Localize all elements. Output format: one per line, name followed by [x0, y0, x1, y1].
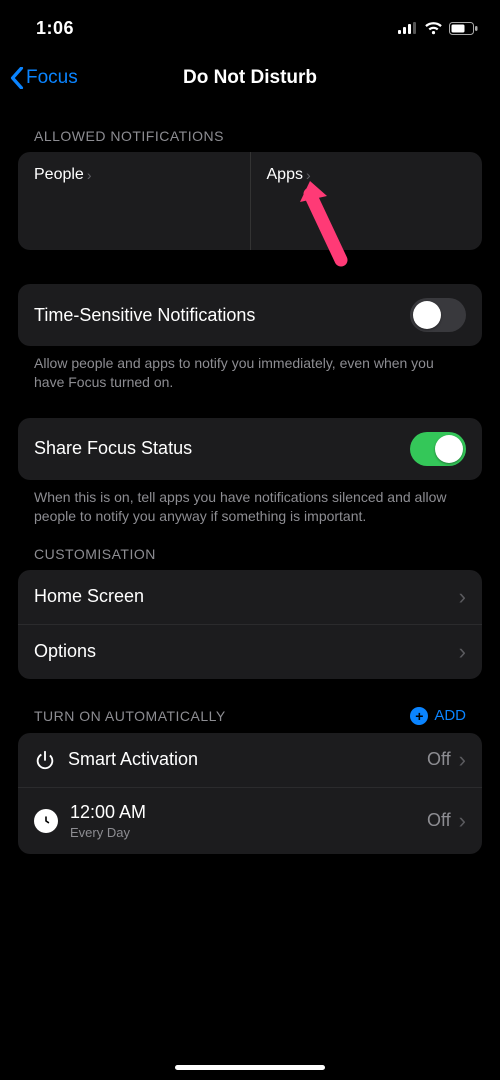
chevron-right-icon: ›	[459, 639, 466, 665]
share-status-row[interactable]: Share Focus Status	[18, 418, 482, 480]
allowed-people[interactable]: People ›	[18, 152, 250, 250]
allowed-card: People › Apps ›	[18, 152, 482, 250]
status-bar: 1:06	[0, 0, 500, 44]
allowed-apps[interactable]: Apps ›	[250, 152, 483, 250]
schedule-status: Off	[427, 810, 451, 831]
time-sensitive-desc: Allow people and apps to notify you imme…	[0, 346, 500, 392]
home-screen-label: Home Screen	[34, 586, 144, 607]
time-sensitive-card: Time-Sensitive Notifications	[18, 284, 482, 346]
time-sensitive-row[interactable]: Time-Sensitive Notifications	[18, 284, 482, 346]
clock-icon	[34, 809, 58, 833]
smart-activation-status: Off	[427, 749, 451, 770]
chevron-right-icon: ›	[459, 584, 466, 610]
schedule-repeat: Every Day	[70, 825, 146, 840]
back-label: Focus	[26, 67, 78, 89]
power-icon	[34, 749, 56, 771]
smart-activation-title: Smart Activation	[68, 749, 198, 770]
add-label: ADD	[434, 707, 466, 724]
allowed-apps-label: Apps	[267, 166, 303, 184]
auto-card: Smart Activation Off › 12:00 AM Every Da…	[18, 733, 482, 854]
schedule-time: 12:00 AM	[70, 802, 146, 823]
chevron-right-icon: ›	[459, 808, 466, 834]
chevron-right-icon: ›	[459, 747, 466, 773]
wifi-icon	[424, 22, 443, 35]
section-header-customisation: CUSTOMISATION	[34, 546, 156, 562]
section-header-allowed: ALLOWED NOTIFICATIONS	[34, 128, 224, 144]
nav-bar: Focus Do Not Disturb	[0, 52, 500, 104]
customisation-card: Home Screen › Options ›	[18, 570, 482, 679]
share-status-toggle[interactable]	[410, 432, 466, 466]
cellular-icon	[398, 22, 418, 34]
chevron-right-icon: ›	[306, 167, 311, 183]
home-indicator[interactable]	[175, 1065, 325, 1070]
status-time: 1:06	[36, 18, 74, 39]
time-sensitive-toggle[interactable]	[410, 298, 466, 332]
status-icons	[398, 22, 478, 35]
section-header-auto: TURN ON AUTOMATICALLY	[34, 708, 226, 724]
back-button[interactable]: Focus	[0, 67, 78, 89]
share-status-card: Share Focus Status	[18, 418, 482, 480]
home-screen-row[interactable]: Home Screen ›	[18, 570, 482, 624]
smart-activation-row[interactable]: Smart Activation Off ›	[18, 733, 482, 787]
options-label: Options	[34, 641, 96, 662]
add-schedule-button[interactable]: + ADD	[410, 707, 466, 725]
time-sensitive-title: Time-Sensitive Notifications	[34, 305, 255, 326]
share-status-desc: When this is on, tell apps you have noti…	[0, 480, 500, 526]
schedule-row[interactable]: 12:00 AM Every Day Off ›	[18, 787, 482, 854]
battery-icon	[449, 22, 478, 35]
plus-icon: +	[410, 707, 428, 725]
share-status-title: Share Focus Status	[34, 438, 192, 459]
chevron-left-icon	[10, 67, 24, 89]
allowed-people-label: People	[34, 166, 84, 184]
options-row[interactable]: Options ›	[18, 624, 482, 679]
chevron-right-icon: ›	[87, 167, 92, 183]
